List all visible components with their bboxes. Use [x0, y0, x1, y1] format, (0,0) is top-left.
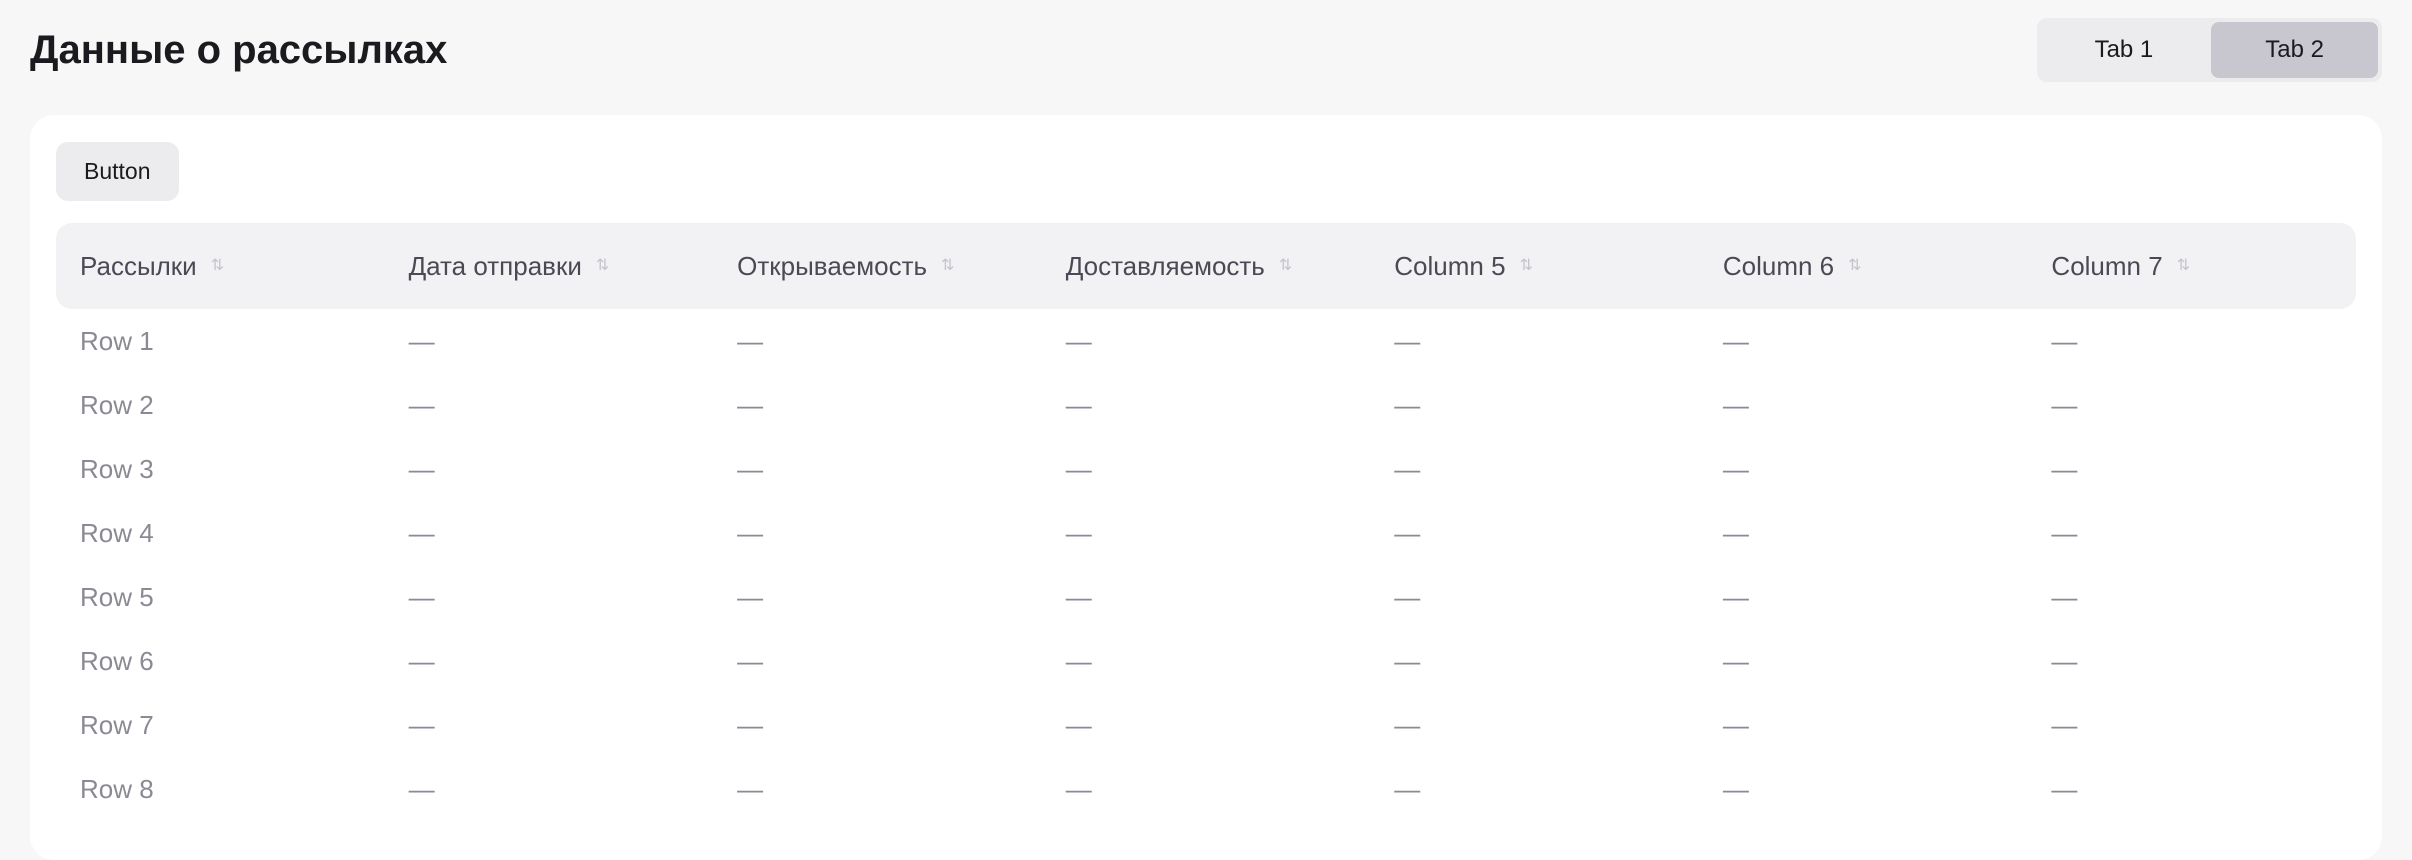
- view-tab[interactable]: Tab 2: [2211, 22, 2378, 78]
- table-cell: —: [1394, 453, 1421, 484]
- table-cell: —: [737, 773, 764, 804]
- page-header: Данные о рассылках Tab 1 Tab 2: [30, 18, 2382, 82]
- table-cell: —: [2051, 773, 2078, 804]
- table-row[interactable]: Row 7 — — — — — —: [56, 693, 2356, 757]
- table-cell: —: [1394, 709, 1421, 740]
- sort-icon[interactable]: ⇅: [1520, 258, 1533, 274]
- table-cell: —: [1722, 581, 1749, 612]
- table-cell: —: [1722, 389, 1749, 420]
- table-cell: —: [1065, 325, 1092, 356]
- column-header-label: Column 5: [1394, 250, 1506, 281]
- table-cell: —: [1722, 325, 1749, 356]
- table-row[interactable]: Row 2 — — — — — —: [56, 373, 2356, 437]
- table-cell: —: [408, 581, 435, 612]
- content-card: Button Рассылки ⇅ Дата отправки ⇅ Открываемо…: [30, 115, 2382, 860]
- column-header-label: Рассылки: [80, 250, 197, 281]
- table-cell: Row 4: [80, 517, 154, 548]
- table-cell: —: [737, 709, 764, 740]
- table-row[interactable]: Row 6 — — — — — —: [56, 629, 2356, 693]
- table-row[interactable]: Row 1 — — — — — —: [56, 309, 2356, 373]
- table-cell: —: [408, 517, 435, 548]
- table-cell: —: [1722, 453, 1749, 484]
- column-header[interactable]: Column 7 ⇅: [2027, 251, 2356, 282]
- sort-icon[interactable]: ⇅: [211, 258, 224, 274]
- column-header[interactable]: Открываемость ⇅: [713, 251, 1042, 282]
- table-body: Row 1 — — — — — — Row 2 — — — — — — Row 3 — — — — — — Row 4 — —…: [56, 309, 2356, 821]
- table-cell: Row 7: [80, 709, 154, 740]
- table-cell: Row 3: [80, 453, 154, 484]
- table-cell: —: [408, 645, 435, 676]
- table-cell: —: [737, 581, 764, 612]
- column-header-label: Открываемость: [737, 250, 928, 281]
- table-row[interactable]: Row 4 — — — — — —: [56, 501, 2356, 565]
- table-cell: —: [737, 389, 764, 420]
- table-cell: —: [1722, 645, 1749, 676]
- view-switch: Tab 1 Tab 2: [2036, 18, 2382, 82]
- table-cell: Row 1: [80, 325, 154, 356]
- table-cell: —: [1065, 453, 1092, 484]
- table-cell: —: [1065, 517, 1092, 548]
- mailings-table: Рассылки ⇅ Дата отправки ⇅ Открываемость ⇅ Дос…: [56, 223, 2356, 821]
- table-cell: —: [1065, 645, 1092, 676]
- column-header-label: Column 7: [2051, 250, 2163, 281]
- table-cell: —: [1394, 645, 1421, 676]
- table-cell: —: [2051, 581, 2078, 612]
- table-cell: —: [2051, 709, 2078, 740]
- table-cell: —: [737, 325, 764, 356]
- column-header-label: Дата отправки: [408, 250, 582, 281]
- table-cell: —: [408, 773, 435, 804]
- sort-icon[interactable]: ⇅: [596, 258, 609, 274]
- table-header: Рассылки ⇅ Дата отправки ⇅ Открываемость ⇅ Дос…: [56, 223, 2356, 309]
- table-cell: —: [1722, 517, 1749, 548]
- table-cell: —: [1394, 581, 1421, 612]
- column-header-label: Column 6: [1722, 250, 1835, 281]
- table-cell: —: [408, 453, 435, 484]
- column-header[interactable]: Доставляемость ⇅: [1042, 251, 1371, 282]
- table-cell: —: [1394, 517, 1421, 548]
- compare-button[interactable]: Button: [56, 142, 179, 201]
- table-cell: —: [1722, 709, 1749, 740]
- table-cell: —: [2051, 645, 2078, 676]
- column-header-label: Доставляемость: [1065, 250, 1265, 281]
- table-row[interactable]: Row 5 — — — — — —: [56, 565, 2356, 629]
- table-cell: Row 5: [80, 581, 154, 612]
- sort-icon[interactable]: ⇅: [941, 258, 954, 274]
- table-row[interactable]: Row 3 — — — — — —: [56, 437, 2356, 501]
- column-header[interactable]: Column 5 ⇅: [1370, 251, 1699, 282]
- sort-icon[interactable]: ⇅: [1279, 258, 1292, 274]
- table-cell: —: [408, 389, 435, 420]
- table-cell: Row 8: [80, 773, 154, 804]
- table-cell: —: [408, 709, 435, 740]
- table-cell: —: [737, 645, 764, 676]
- table-cell: —: [2051, 517, 2078, 548]
- table-cell: —: [1394, 389, 1421, 420]
- column-header[interactable]: Дата отправки ⇅: [385, 251, 714, 282]
- sort-icon[interactable]: ⇅: [2177, 258, 2190, 274]
- table-cell: —: [1394, 773, 1421, 804]
- table-cell: —: [2051, 453, 2078, 484]
- table-cell: —: [1065, 389, 1092, 420]
- table-cell: —: [1394, 325, 1421, 356]
- table-cell: —: [1065, 773, 1092, 804]
- table-cell: —: [408, 325, 435, 356]
- column-header[interactable]: Column 6 ⇅: [1699, 251, 2028, 282]
- view-tab[interactable]: Tab 1: [2041, 22, 2208, 78]
- table-cell: —: [1722, 773, 1749, 804]
- table-cell: —: [2051, 325, 2078, 356]
- column-header[interactable]: Рассылки ⇅: [56, 251, 385, 282]
- sort-icon[interactable]: ⇅: [1848, 258, 1861, 274]
- table-cell: —: [1065, 709, 1092, 740]
- table-cell: Row 2: [80, 389, 154, 420]
- table-cell: Row 6: [80, 645, 154, 676]
- table-cell: —: [737, 517, 764, 548]
- table-cell: —: [1065, 581, 1092, 612]
- table-row[interactable]: Row 8 — — — — — —: [56, 757, 2356, 821]
- page-title: Данные о рассылках: [30, 27, 448, 72]
- table-cell: —: [737, 453, 764, 484]
- table-cell: —: [2051, 389, 2078, 420]
